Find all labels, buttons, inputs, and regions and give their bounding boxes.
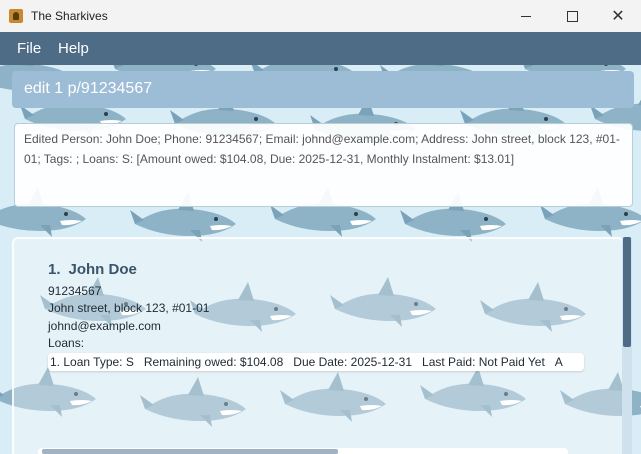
list-scrollbar[interactable]	[622, 237, 632, 454]
close-button[interactable]: ✕	[595, 0, 641, 32]
window-title: The Sharkives	[31, 9, 108, 23]
person-email: johnd@example.com	[48, 319, 161, 333]
menu-bar: File Help	[0, 32, 641, 65]
command-box[interactable]: edit 1 p/91234567	[12, 71, 634, 108]
person-list-panel: 1. John Doe 91234567 John street, block 1…	[12, 237, 624, 454]
next-card-header-bar	[42, 449, 338, 454]
close-icon: ✕	[611, 8, 625, 25]
maximize-icon	[566, 10, 578, 22]
person-name-text: John Doe	[68, 261, 137, 278]
person-address: John street, block 123, #01-01	[48, 301, 210, 315]
next-person-card-partial[interactable]	[38, 448, 568, 454]
person-name: 1. John Doe	[48, 261, 137, 278]
loan-remaining: Remaining owed: $104.08	[143, 355, 284, 369]
loan-text: 1. Loan Type: S Remaining owed: $104.08 Du…	[50, 355, 563, 369]
loan-item[interactable]: 1. Loan Type: S Remaining owed: $104.08 Du…	[48, 353, 584, 371]
loan-more: A	[554, 355, 563, 369]
command-input[interactable]: edit 1 p/91234567	[24, 80, 152, 98]
maximize-button[interactable]	[549, 0, 595, 32]
result-display: Edited Person: John Doe; Phone: 91234567…	[14, 123, 633, 207]
person-index: 1.	[48, 261, 61, 278]
result-text: Edited Person: John Doe; Phone: 91234567…	[24, 132, 620, 166]
minimize-icon	[521, 15, 531, 17]
person-card[interactable]: 1. John Doe 91234567 John street, block 1…	[14, 239, 622, 439]
loan-type: 1. Loan Type: S	[50, 355, 134, 369]
menu-help[interactable]: Help	[58, 40, 89, 57]
menu-file[interactable]: File	[17, 40, 41, 57]
loan-last-paid: Last Paid: Not Paid Yet	[422, 355, 545, 369]
title-bar: The Sharkives ✕	[0, 0, 641, 33]
person-loans-label: Loans:	[48, 336, 85, 350]
app-icon	[9, 9, 23, 23]
scrollbar-thumb[interactable]	[623, 237, 631, 347]
person-phone: 91234567	[48, 284, 102, 298]
main-area: edit 1 p/91234567 Edited Person: John Do…	[0, 65, 641, 454]
minimize-button[interactable]	[503, 0, 549, 32]
loan-due-date: Due Date: 2025-12-31	[293, 355, 413, 369]
